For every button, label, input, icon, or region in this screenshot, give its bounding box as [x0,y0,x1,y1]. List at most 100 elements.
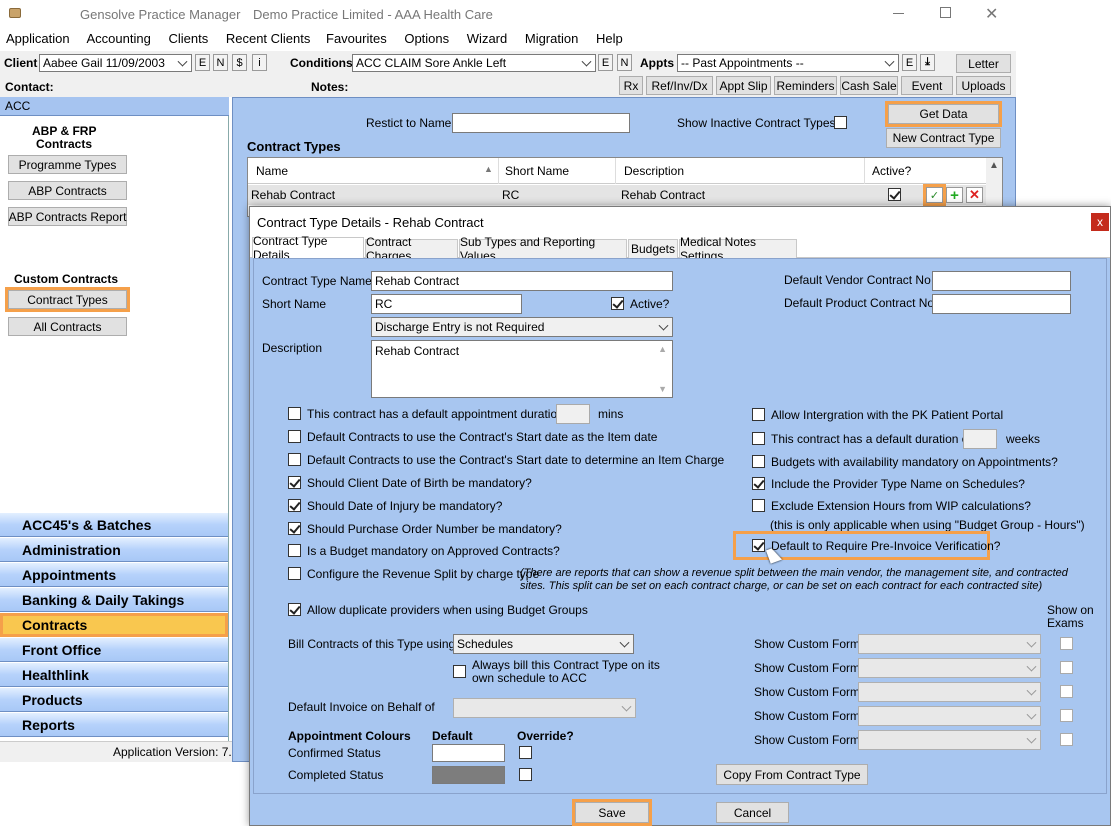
menu-wizard[interactable]: Wizard [467,31,507,46]
bill-contracts-select[interactable]: Schedules [453,634,634,654]
budget-mandatory-checkbox[interactable] [288,544,301,557]
budgets-availability-checkbox[interactable] [752,455,765,468]
duplicate-providers-checkbox[interactable] [288,603,301,616]
dialog-close-icon[interactable]: x [1091,213,1109,231]
invoice-behalf-select[interactable] [453,698,636,718]
event-button[interactable]: Event [901,76,953,95]
menu-recent-clients[interactable]: Recent Clients [226,31,311,46]
custom-form1-exams-checkbox[interactable] [1060,637,1073,650]
menu-application[interactable]: Application [6,31,70,46]
exclude-extension-checkbox[interactable] [752,499,765,512]
nav-contracts[interactable]: Contracts [0,613,228,637]
client-edit-button[interactable]: E [195,54,210,71]
custom-form4-exams-checkbox[interactable] [1060,709,1073,722]
client-info-button[interactable]: i [252,54,267,71]
nav-products[interactable]: Products [0,688,228,712]
provider-type-checkbox[interactable] [752,477,765,490]
nav-healthlink[interactable]: Healthlink [0,663,228,687]
injury-date-mandatory-checkbox[interactable] [288,499,301,512]
minimize-icon[interactable] [893,13,904,14]
menu-accounting[interactable]: Accounting [87,31,151,46]
active-checkbox[interactable] [611,297,624,310]
custom-form2-exams-checkbox[interactable] [1060,661,1073,674]
save-button[interactable]: Save [572,799,652,826]
condition-new-button[interactable]: N [617,54,632,71]
tab-medical-notes[interactable]: Medical Notes Settings [679,235,797,263]
textarea-scroll-up-icon[interactable]: ▲ [658,344,667,354]
completed-override-checkbox[interactable] [519,768,532,781]
textarea-scroll-down-icon[interactable]: ▼ [658,384,667,394]
completed-colour-swatch[interactable] [432,766,505,784]
col-description[interactable]: Description [624,164,684,178]
nav-administration[interactable]: Administration [0,538,228,562]
revenue-split-checkbox[interactable] [288,567,301,580]
new-contract-type-button[interactable]: New Contract Type [886,128,1001,148]
show-inactive-checkbox[interactable] [834,116,847,129]
menu-clients[interactable]: Clients [168,31,208,46]
custom-form5-exams-checkbox[interactable] [1060,733,1073,746]
confirmed-colour-swatch[interactable] [432,744,505,762]
close-window-icon[interactable]: ✕ [985,4,998,24]
scroll-up-icon[interactable]: ▲ [989,160,999,171]
custom-form1-select[interactable] [858,634,1041,654]
menu-help[interactable]: Help [596,31,623,46]
menu-migration[interactable]: Migration [525,31,578,46]
cancel-button[interactable]: Cancel [716,802,789,823]
custom-form5-select[interactable] [858,730,1041,750]
tab-budgets[interactable]: Budgets [628,239,678,258]
letter-button[interactable]: Letter [956,54,1011,73]
custom-form3-select[interactable] [858,682,1041,702]
appts-edit-button[interactable]: E [902,54,917,71]
client-account-button[interactable]: $ [232,54,247,71]
po-number-mandatory-checkbox[interactable] [288,522,301,535]
start-date-item-charge-checkbox[interactable] [288,453,301,466]
maximize-icon[interactable] [940,7,951,18]
vendor-contract-input[interactable] [932,271,1071,291]
table-row[interactable] [248,185,986,205]
tab-contract-charges[interactable]: Contract Charges [365,235,458,263]
delete-row-icon[interactable]: ✕ [966,187,983,203]
appt-slip-button[interactable]: Appt Slip [716,76,771,95]
nav-reports[interactable]: Reports [0,713,228,737]
nav-appointments[interactable]: Appointments [0,563,228,587]
all-contracts-button[interactable]: All Contracts [8,317,127,336]
always-bill-checkbox[interactable] [453,665,466,678]
abp-contracts-report-button[interactable]: ABP Contracts Report [8,207,127,226]
download-icon[interactable]: ⤓ [920,54,935,71]
reminders-button[interactable]: Reminders [774,76,837,95]
col-name[interactable]: Name [256,164,288,178]
cash-sale-button[interactable]: Cash Sale [840,76,898,95]
pk-portal-checkbox[interactable] [752,408,765,421]
copy-from-contract-type-button[interactable]: Copy From Contract Type [716,764,868,785]
nav-front-office[interactable]: Front Office [0,638,228,662]
dob-mandatory-checkbox[interactable] [288,476,301,489]
restrict-name-input[interactable] [452,113,630,133]
abp-contracts-button[interactable]: ABP Contracts [8,181,127,200]
discharge-select[interactable]: Discharge Entry is not Required [371,317,673,337]
default-appt-duration-checkbox[interactable] [288,407,301,420]
client-new-button[interactable]: N [213,54,228,71]
get-data-button[interactable]: Get Data [885,101,1002,127]
menu-options[interactable]: Options [404,31,449,46]
uploads-button[interactable]: Uploads [956,76,1011,95]
appt-duration-input[interactable] [556,404,590,424]
col-active[interactable]: Active? [872,164,911,178]
ref-inv-dx-button[interactable]: Ref/Inv/Dx [646,76,713,95]
short-name-input[interactable]: RC [371,294,522,314]
add-row-icon[interactable]: + [946,187,963,204]
description-textarea[interactable]: Rehab Contract ▲ ▼ [371,340,673,398]
client-select[interactable]: Aabee Gail 11/09/2003 [39,54,192,72]
custom-form3-exams-checkbox[interactable] [1060,685,1073,698]
duration-weeks-input[interactable] [963,429,997,449]
row-active-checkbox[interactable] [888,188,901,201]
default-duration-checkbox[interactable] [752,432,765,445]
menu-favourites[interactable]: Favourites [326,31,387,46]
contract-type-name-input[interactable]: Rehab Contract [371,271,673,291]
rx-button[interactable]: Rx [619,76,643,95]
tab-contract-type-details[interactable]: Contract Type Details [252,234,364,262]
pre-invoice-verification-checkbox[interactable] [752,539,765,552]
col-short-name[interactable]: Short Name [505,164,569,178]
start-date-item-date-checkbox[interactable] [288,430,301,443]
programme-types-button[interactable]: Programme Types [8,155,127,174]
nav-acc45-batches[interactable]: ACC45's & Batches [0,513,228,537]
